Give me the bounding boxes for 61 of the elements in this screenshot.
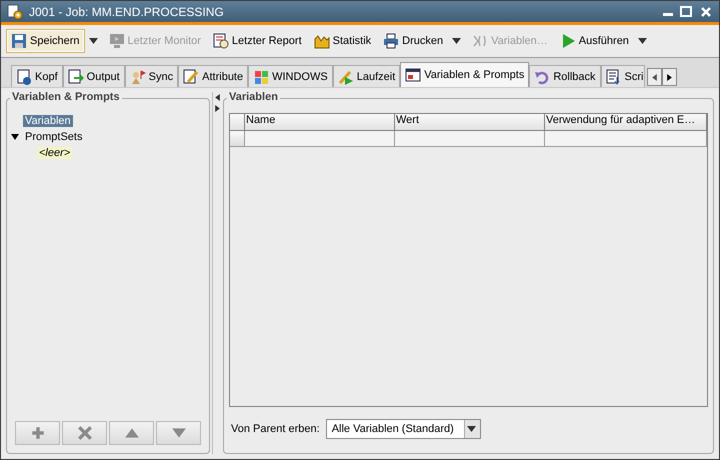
tree-item[interactable]: <leer> — [37, 147, 72, 159]
tab[interactable]: Scri — [600, 65, 646, 87]
window-title: J001 - Job: MM.END.PROCESSING — [29, 4, 225, 18]
move-down-button[interactable] — [156, 421, 201, 445]
tab[interactable]: Attribute — [178, 65, 248, 87]
pencil-play-icon — [338, 68, 354, 84]
caret-icon[interactable] — [452, 38, 462, 44]
scroll-left-button[interactable] — [647, 68, 662, 86]
minimize-icon — [663, 13, 673, 16]
column-header[interactable]: Verwendung für adaptiven E… — [545, 114, 707, 131]
pencil-document-icon — [183, 68, 200, 84]
toolbar-button[interactable]: Ausführen — [554, 29, 634, 53]
document-info-icon — [16, 68, 32, 84]
scroll-right-button[interactable] — [662, 68, 678, 86]
cross-icon — [76, 425, 92, 441]
plus-icon — [30, 425, 46, 441]
window-icon — [405, 67, 422, 83]
toolbar-button[interactable]: Statistik — [308, 29, 376, 53]
table-cell[interactable] — [245, 131, 395, 147]
table-cell[interactable] — [545, 131, 707, 147]
maximize-icon — [679, 4, 693, 18]
figure-flag-icon — [130, 68, 146, 84]
script-icon — [606, 68, 622, 84]
right-arrow-icon — [667, 74, 672, 80]
toolbar-button[interactable]: Drucken — [378, 29, 448, 53]
monitor-icon — [108, 33, 125, 49]
tree-item[interactable]: PromptSets — [23, 131, 84, 143]
toolbar-button[interactable]: Speichern — [6, 29, 85, 53]
move-up-button[interactable] — [109, 421, 154, 445]
field-label: Von Parent erben: — [231, 423, 320, 435]
table-cell[interactable] — [395, 131, 545, 147]
panel-title: Variablen — [227, 91, 280, 103]
report-clock-icon — [212, 33, 229, 49]
caret-icon[interactable] — [88, 38, 98, 44]
printer-icon — [383, 33, 400, 49]
column-header[interactable]: Name — [245, 114, 395, 131]
caret-icon — [466, 426, 476, 432]
tab[interactable]: Output — [62, 65, 125, 87]
caret-icon[interactable] — [638, 38, 647, 44]
column-header[interactable]: Wert — [395, 114, 545, 131]
dropdown[interactable]: Alle Variablen (Standard) — [326, 419, 481, 439]
tab[interactable]: Sync — [124, 65, 178, 87]
close-icon — [699, 4, 713, 18]
expanded-triangle-icon[interactable] — [11, 134, 19, 140]
panel-title: Variablen & Prompts — [10, 91, 122, 103]
document-arrow-icon — [68, 68, 84, 84]
row-header[interactable] — [230, 131, 245, 147]
tab[interactable]: Variablen & Prompts — [400, 62, 530, 87]
tab[interactable]: Rollback — [529, 65, 601, 87]
delete-button[interactable] — [62, 421, 107, 445]
tree-item[interactable]: Variablen — [23, 115, 73, 127]
tab[interactable]: WINDOWS — [248, 65, 333, 87]
right-arrow-icon — [214, 105, 220, 112]
toolbar-button[interactable]: Letzter Report — [208, 29, 307, 53]
add-button[interactable] — [15, 421, 60, 445]
windows-flag-icon — [253, 68, 270, 84]
tab[interactable]: Kopf — [11, 65, 63, 87]
left-arrow-icon — [214, 94, 220, 101]
tab[interactable]: Laufzeit — [332, 65, 400, 87]
left-arrow-icon — [652, 74, 658, 80]
chart-icon — [314, 33, 330, 49]
